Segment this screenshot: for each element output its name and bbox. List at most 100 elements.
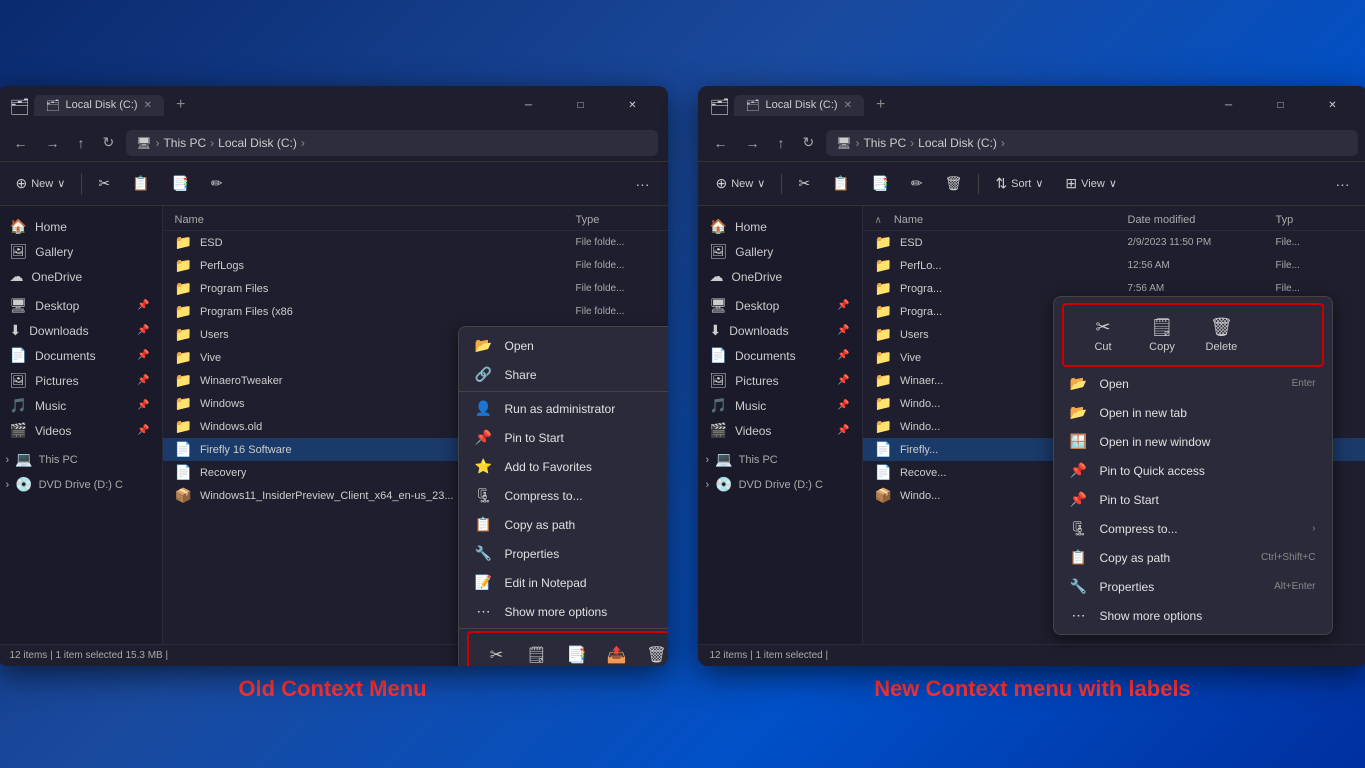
left-sidebar-pictures[interactable]: 🖼 Pictures 📌 [0, 368, 162, 393]
right-sidebar-desktop[interactable]: 🖥 Desktop 📌 [698, 293, 862, 318]
left-more-btn[interactable]: ··· [628, 172, 658, 196]
left-file-programfiles[interactable]: 📁 Program Files File folde... [163, 277, 668, 300]
right-qa-delete[interactable]: 🗑 Delete [1194, 313, 1250, 357]
left-ctx-showmore[interactable]: ⋯ Show more options [459, 597, 668, 626]
right-tab-label: Local Disk (C:) [765, 99, 837, 111]
right-close-btn[interactable]: ✕ [1310, 91, 1356, 119]
left-breadcrumb-localdisk[interactable]: Local Disk (C:) [218, 136, 297, 150]
right-address-bar[interactable]: 🖥 › This PC › Local Disk (C:) › [826, 130, 1357, 156]
left-sidebar-thispc[interactable]: › 💻 This PC [0, 447, 162, 472]
left-sidebar-dvd[interactable]: › 💿 DVD Drive (D:) C [0, 472, 162, 497]
left-sidebar-desktop[interactable]: 🖥 Desktop 📌 [0, 293, 162, 318]
left-qa-copy[interactable]: 🗒 [521, 639, 553, 666]
left-tab[interactable]: 🗂 Local Disk (C:) ✕ [34, 95, 164, 116]
right-sidebar-music[interactable]: 🎵 Music 📌 [698, 393, 862, 418]
right-breadcrumb-localdisk[interactable]: Local Disk (C:) [918, 136, 997, 150]
right-sidebar-documents[interactable]: 📄 Documents 📌 [698, 343, 862, 368]
right-ctx-showmore[interactable]: ⋯ Show more options [1054, 601, 1332, 630]
right-new-btn[interactable]: ⊕ New ∨ [708, 171, 774, 196]
right-sidebar-gallery[interactable]: 🖼 Gallery [698, 239, 862, 264]
right-ctx-properties[interactable]: 🔧 Properties Alt+Enter [1054, 572, 1332, 601]
right-new-tab-btn[interactable]: + [876, 96, 885, 114]
right-ctx-copypath[interactable]: 📋 Copy as path Ctrl+Shift+C [1054, 543, 1332, 572]
right-forward-btn[interactable]: → [740, 131, 766, 155]
left-maximize-btn[interactable]: □ [558, 91, 604, 119]
left-close-btn[interactable]: ✕ [610, 91, 656, 119]
left-qa-delete[interactable]: 🗑 [641, 639, 668, 666]
right-cut-btn[interactable]: ✂ [790, 171, 818, 196]
left-ctx-share[interactable]: 🔗 Share [459, 360, 668, 389]
left-ctx-open[interactable]: 📂 Open Enter [459, 331, 668, 360]
right-file-list[interactable]: ∧ Name Date modified Typ 📁 ESD 2/9/2023 … [863, 206, 1365, 666]
right-sidebar-home[interactable]: 🏠 Home [698, 214, 862, 239]
left-ctx-runas[interactable]: 👤 Run as administrator [459, 394, 668, 423]
right-qa-cut[interactable]: ✂ Cut [1076, 313, 1131, 357]
right-more-btn[interactable]: ··· [1328, 172, 1358, 196]
left-sidebar-downloads[interactable]: ⬇ Downloads 📌 [0, 318, 162, 343]
left-address-bar[interactable]: 🖥 › This PC › Local Disk (C:) › [126, 130, 657, 156]
right-ctx-opennewwindow[interactable]: 🪟 Open in new window [1054, 427, 1332, 456]
left-file-perflogs[interactable]: 📁 PerfLogs File folde... [163, 254, 668, 277]
left-sidebar-onedrive[interactable]: ☁ OneDrive [0, 264, 162, 289]
left-back-btn[interactable]: ← [8, 131, 34, 155]
left-rename-btn[interactable]: ✏ [203, 171, 231, 196]
right-paste-btn[interactable]: 📑 [863, 171, 896, 196]
left-file-list[interactable]: Name Type 📁 ESD File folde... 📁 PerfLogs… [163, 206, 668, 666]
left-qa-share[interactable]: 📤 [601, 639, 633, 666]
right-up-btn[interactable]: ↑ [772, 131, 791, 155]
right-sort-btn[interactable]: ⇅ Sort ∨ [987, 171, 1051, 196]
left-ctx-pinstart[interactable]: 📌 Pin to Start [459, 423, 668, 452]
right-back-btn[interactable]: ← [708, 131, 734, 155]
right-copy-btn[interactable]: 📋 [824, 171, 857, 196]
right-rename-btn[interactable]: ✏ [903, 171, 931, 196]
left-breadcrumb-thispc[interactable]: This PC [163, 136, 206, 150]
left-ctx-editnotepad[interactable]: 📝 Edit in Notepad [459, 568, 668, 597]
left-cut-btn[interactable]: ✂ [90, 171, 118, 196]
right-maximize-btn[interactable]: □ [1258, 91, 1304, 119]
left-new-btn[interactable]: ⊕ New ∨ [8, 171, 74, 196]
right-sidebar-thispc[interactable]: › 💻 This PC [698, 447, 862, 472]
right-qa-copy[interactable]: 🗒 Copy [1135, 313, 1190, 357]
left-paste-btn[interactable]: 📑 [163, 171, 196, 196]
left-tab-close[interactable]: ✕ [144, 100, 152, 111]
left-up-btn[interactable]: ↑ [72, 131, 91, 155]
left-copy-btn[interactable]: 📋 [124, 171, 157, 196]
left-new-tab-btn[interactable]: + [176, 96, 185, 114]
left-sidebar-documents[interactable]: 📄 Documents 📌 [0, 343, 162, 368]
right-breadcrumb-thispc[interactable]: This PC [863, 136, 906, 150]
right-sidebar-pictures[interactable]: 🖼 Pictures 📌 [698, 368, 862, 393]
left-ctx-favorites[interactable]: ⭐ Add to Favorites [459, 452, 668, 481]
right-sidebar-downloads[interactable]: ⬇ Downloads 📌 [698, 318, 862, 343]
left-refresh-btn[interactable]: ↻ [97, 130, 121, 155]
right-file-perflogs[interactable]: 📁 PerfLo... 12:56 AM File... [863, 254, 1365, 277]
right-ctx-open[interactable]: 📂 Open Enter [1054, 369, 1332, 398]
right-sidebar-onedrive[interactable]: ☁ OneDrive [698, 264, 862, 289]
left-sidebar-videos[interactable]: 🎬 Videos 📌 [0, 418, 162, 443]
left-qa-paste[interactable]: 📑 [561, 639, 593, 666]
left-ctx-properties[interactable]: 🔧 Properties Alt+Enter [459, 539, 668, 568]
right-minimize-btn[interactable]: ─ [1206, 91, 1252, 119]
left-sidebar-music[interactable]: 🎵 Music 📌 [0, 393, 162, 418]
right-ctx-opennewtab[interactable]: 📂 Open in new tab [1054, 398, 1332, 427]
right-sidebar-videos[interactable]: 🎬 Videos 📌 [698, 418, 862, 443]
right-sidebar-dvd[interactable]: › 💿 DVD Drive (D:) C [698, 472, 862, 497]
left-sidebar-home[interactable]: 🏠 Home [0, 214, 162, 239]
right-ctx-pinstart[interactable]: 📌 Pin to Start [1054, 485, 1332, 514]
left-minimize-btn[interactable]: ─ [506, 91, 552, 119]
right-refresh-btn[interactable]: ↻ [797, 130, 821, 155]
left-file-programfilesx86[interactable]: 📁 Program Files (x86 File folde... [163, 300, 668, 323]
left-ctx-compress[interactable]: 🗜 Compress to... › [459, 481, 668, 510]
right-tab[interactable]: 🗂 Local Disk (C:) ✕ [734, 95, 864, 116]
right-tab-close[interactable]: ✕ [844, 100, 852, 111]
right-ctx-pinquick[interactable]: 📌 Pin to Quick access [1054, 456, 1332, 485]
right-delete-btn[interactable]: 🗑 [937, 171, 971, 196]
left-qa-cut[interactable]: ✂ [481, 639, 513, 666]
left-forward-btn[interactable]: → [40, 131, 66, 155]
right-file-recovery-icon: 📄 [875, 464, 892, 481]
left-file-esd[interactable]: 📁 ESD File folde... [163, 231, 668, 254]
left-ctx-copypath[interactable]: 📋 Copy as path Ctrl+Shift+C [459, 510, 668, 539]
right-ctx-compress[interactable]: 🗜 Compress to... › [1054, 514, 1332, 543]
right-view-btn[interactable]: ⊞ View ∨ [1057, 171, 1124, 196]
left-sidebar-gallery[interactable]: 🖼 Gallery [0, 239, 162, 264]
right-file-esd[interactable]: 📁 ESD 2/9/2023 11:50 PM File... [863, 231, 1365, 254]
